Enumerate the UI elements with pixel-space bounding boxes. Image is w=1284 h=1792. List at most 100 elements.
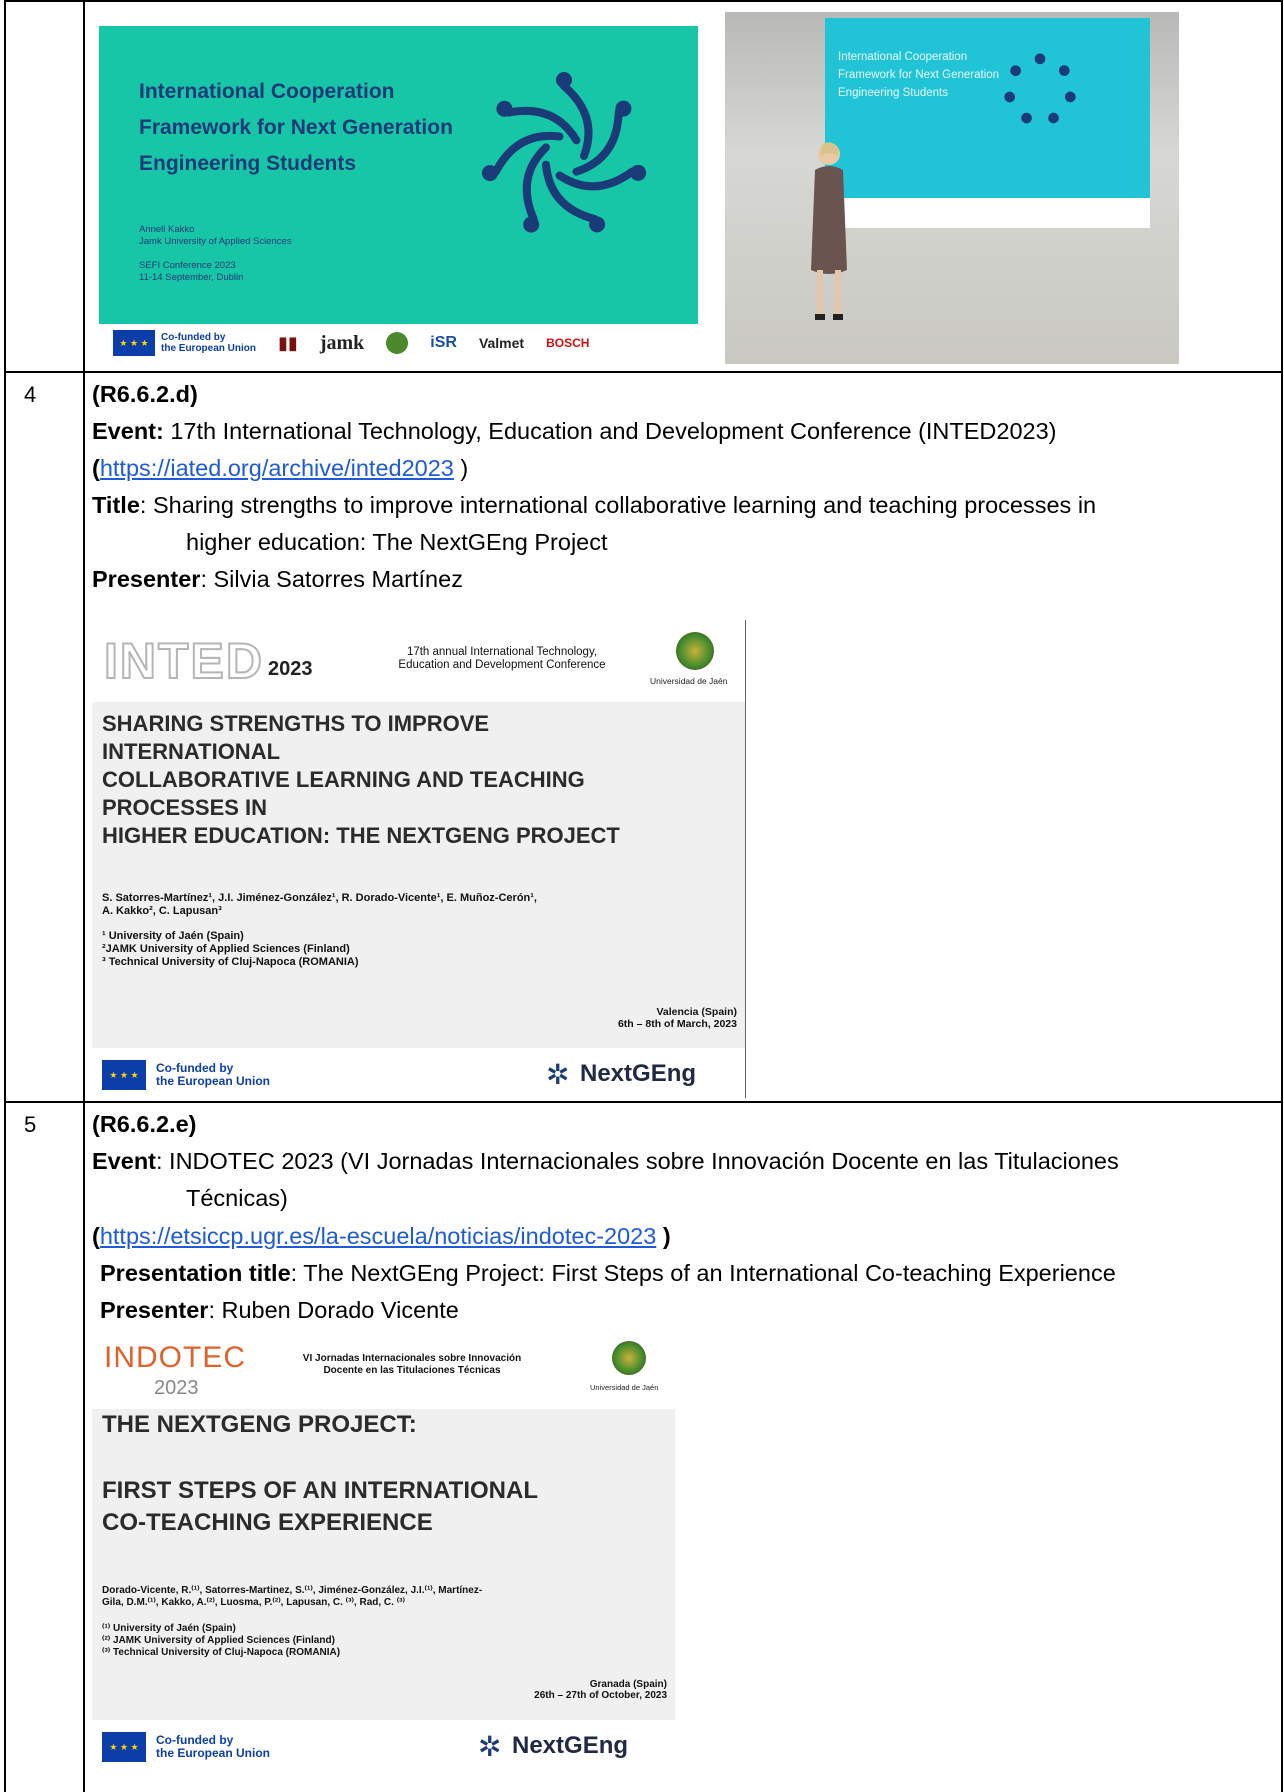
slide-title-line: CO-TEACHING EXPERIENCE bbox=[102, 1509, 433, 1536]
isr-logo: iSR bbox=[430, 334, 457, 351]
inted-conf-name: 17th annual International Technology, Ed… bbox=[372, 646, 632, 672]
indotec-title-2: FIRST STEPS OF AN INTERNATIONAL CO-TEACH… bbox=[102, 1475, 538, 1539]
universidad-jaen-seal-icon bbox=[612, 1341, 646, 1375]
event-line: Event: INDOTEC 2023 (VI Jornadas Interna… bbox=[92, 1143, 1119, 1180]
technical-university-logo-icon: ▮▮ bbox=[278, 332, 298, 353]
title-text: : The NextGEng Project: First Steps of a… bbox=[290, 1260, 1116, 1286]
affiliation-line: ⁽²⁾ JAMK University of Applied Sciences … bbox=[102, 1635, 335, 1646]
screen-logo-strip bbox=[825, 198, 1150, 228]
title-text: : Sharing strengths to improve internati… bbox=[139, 492, 1097, 518]
presenter-label: Presenter bbox=[92, 566, 201, 592]
venue-date: 26th – 27th of October, 2023 bbox=[534, 1690, 667, 1701]
indotec-slide-header: INDOTEC 2023 VI Jornadas Internacionales… bbox=[92, 1335, 675, 1409]
sefi-slide-image: International Cooperation Framework for … bbox=[99, 26, 698, 362]
indotec-title-1: THE NEXTGENG PROJECT: bbox=[102, 1411, 417, 1438]
inted-slide-title: SHARING STRENGTHS TO IMPROVE INTERNATION… bbox=[102, 710, 620, 850]
indotec-conf-name: VI Jornadas Internacionales sobre Innova… bbox=[282, 1353, 542, 1377]
screen-title: International Cooperation Framework for … bbox=[838, 48, 999, 102]
event-text: 17th International Technology, Education… bbox=[163, 418, 1057, 444]
event-link-line: (https://iated.org/archive/inted2023 ) bbox=[92, 450, 468, 487]
conf-line: Docente en las Titulaciones Técnicas bbox=[323, 1365, 501, 1376]
nextgeng-wordmark: NextGEng bbox=[580, 1060, 697, 1087]
paren: ) bbox=[656, 1223, 671, 1249]
valmet-logo: Valmet bbox=[478, 335, 525, 351]
event-text: : INDOTEC 2023 (VI Jornadas Internaciona… bbox=[156, 1148, 1119, 1174]
eu-flag-icon: ★ ★ ★ bbox=[102, 1732, 146, 1762]
event-link-line: (https://etsiccp.ugr.es/la-escuela/notic… bbox=[92, 1218, 671, 1255]
slide-title-line: COLLABORATIVE LEARNING AND TEACHING bbox=[102, 767, 585, 792]
eu-cofunded-text: Co-funded by the European Union bbox=[156, 1062, 270, 1088]
screen-title-line: Framework for Next Generation bbox=[838, 69, 1000, 81]
indotec-authors: Dorado-Vicente, R.⁽¹⁾, Satorres-Martinez… bbox=[102, 1585, 482, 1609]
sefi-dates: 11-14 September, Dublin bbox=[139, 272, 244, 283]
sefi-title-line: International Cooperation bbox=[139, 80, 395, 103]
sefi-conference: SEFI Conference 2023 bbox=[139, 260, 236, 271]
inted-venue: Valencia (Spain) 6th – 8th of March, 202… bbox=[618, 1006, 737, 1030]
venue-place: Granada (Spain) bbox=[589, 1679, 667, 1690]
slide-title-line: PROCESSES IN bbox=[102, 795, 268, 820]
inted-authors: S. Satorres-Martínez¹, J.I. Jiménez-Gonz… bbox=[102, 892, 537, 918]
eu-flag-icon: ★ ★ ★ bbox=[102, 1060, 146, 1090]
sefi-author: Anneli Kakko bbox=[139, 224, 195, 235]
indotec-slide-footer: ★ ★ ★ Co-funded by the European Union ✲ … bbox=[92, 1720, 675, 1792]
eu-cofunded-text: Co-funded by the European Union bbox=[156, 1734, 270, 1760]
universidad-jaen-label: Universidad de Jaén bbox=[650, 676, 728, 686]
presenter-line: Presenter: Silvia Satorres Martínez bbox=[92, 561, 463, 598]
event-continuation: Técnicas) bbox=[186, 1185, 288, 1211]
presenter-text: : Ruben Dorado Vicente bbox=[208, 1297, 459, 1323]
indotec-affiliations: ⁽¹⁾ University of Jaén (Spain) ⁽²⁾ JAMK … bbox=[102, 1623, 340, 1659]
projection-screen: International Cooperation Framework for … bbox=[825, 18, 1150, 228]
affiliation-line: ³ Technical University of Cluj-Napoca (R… bbox=[102, 956, 359, 968]
sefi-title-line: Engineering Students bbox=[139, 152, 357, 175]
eu-text-line: the European Union bbox=[156, 1074, 270, 1088]
authors-line: Gila, D.M.⁽¹⁾, Kakko, A.⁽²⁾, Luosma, P.⁽… bbox=[102, 1597, 405, 1608]
affiliation-line: ⁽³⁾ Technical University of Cluj-Napoca … bbox=[102, 1647, 341, 1658]
title-continuation: higher education: The NextGEng Project bbox=[186, 529, 608, 555]
table-column-divider bbox=[83, 0, 85, 1792]
eu-text-line: Co-funded by bbox=[161, 332, 226, 343]
eu-text-line: the European Union bbox=[161, 343, 256, 354]
indotec-2023-link[interactable]: https://etsiccp.ugr.es/la-escuela/notici… bbox=[100, 1223, 656, 1249]
inted-year: 2023 bbox=[268, 658, 313, 680]
presenter-figure bbox=[811, 142, 847, 320]
jamk-logo: jamk bbox=[319, 331, 365, 354]
eu-cofunded-text: Co-funded by the European Union bbox=[161, 332, 256, 354]
eu-flag-icon: ★ ★ ★ bbox=[113, 330, 155, 356]
conf-line: 17th annual International Technology, bbox=[406, 646, 598, 658]
affiliation-line: ¹ University of Jaén (Spain) bbox=[102, 930, 244, 942]
row-number: 4 bbox=[24, 382, 37, 407]
paren: ) bbox=[453, 455, 469, 481]
presentation-photo: International Cooperation Framework for … bbox=[725, 12, 1179, 364]
universidad-jaen-seal-icon bbox=[676, 632, 714, 670]
inted-brand: INTED bbox=[103, 632, 264, 690]
inted2023-link[interactable]: https://iated.org/archive/inted2023 bbox=[100, 455, 454, 481]
authors-line: Dorado-Vicente, R.⁽¹⁾, Satorres-Martinez… bbox=[102, 1585, 483, 1596]
authors-line: A. Kakko², C. Lapusan³ bbox=[102, 905, 222, 917]
inted-slide-image: INTED 2023 17th annual International Tec… bbox=[92, 620, 746, 1098]
sefi-slide-title: International Cooperation Framework for … bbox=[139, 74, 453, 182]
affiliation-line: ²JAMK University of Applied Sciences (Fi… bbox=[102, 943, 350, 955]
presenter-label: Presenter bbox=[100, 1297, 209, 1323]
event-line: Event: 17th International Technology, Ed… bbox=[92, 413, 1057, 450]
sefi-title-line: Framework for Next Generation bbox=[139, 116, 453, 139]
event-label: Event bbox=[92, 1148, 156, 1174]
table-left-border bbox=[4, 0, 6, 1792]
title-line: Title: Sharing strengths to improve inte… bbox=[92, 487, 1096, 524]
presenter-line: Presenter: Ruben Dorado Vicente bbox=[100, 1292, 459, 1329]
sefi-logo-bar: ★ ★ ★ Co-funded by the European Union ▮▮… bbox=[99, 324, 698, 362]
paren: ( bbox=[92, 455, 100, 481]
slide-title-line: INTERNATIONAL bbox=[102, 739, 281, 764]
eu-text-line: the European Union bbox=[156, 1746, 270, 1760]
bosch-logo: BOSCH bbox=[546, 336, 590, 350]
inted-slide-footer: ★ ★ ★ Co-funded by the European Union ✲ … bbox=[92, 1048, 745, 1098]
table-top-border bbox=[4, 0, 1283, 2]
row-reference: (R6.6.2.e) bbox=[92, 1111, 197, 1137]
slide-title-line: SHARING STRENGTHS TO IMPROVE bbox=[102, 711, 490, 736]
presenter-text: : Silvia Satorres Martínez bbox=[200, 566, 463, 592]
nextgeng-star-logo-icon bbox=[481, 72, 647, 233]
nextgeng-logo-icon: ✲ bbox=[478, 1731, 502, 1762]
paren: ( bbox=[92, 1223, 100, 1249]
row-divider-4 bbox=[4, 371, 1283, 373]
table-right-border bbox=[1281, 0, 1283, 1792]
conf-line: Education and Development Conference bbox=[398, 659, 606, 671]
